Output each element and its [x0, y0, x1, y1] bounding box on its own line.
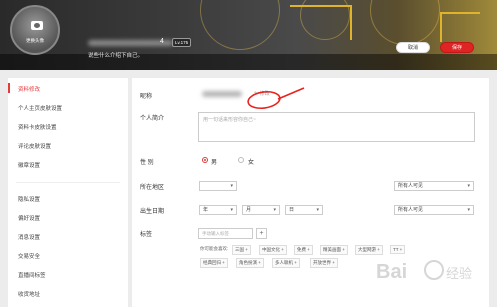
cancel-button[interactable]: 取消	[396, 42, 430, 53]
avatar[interactable]: 更换头像	[10, 5, 60, 55]
banner-pipe	[440, 12, 442, 42]
sidebar-item-comment-skin[interactable]: 评论皮肤设置	[18, 142, 51, 150]
chevron-down-icon: ▾	[230, 183, 233, 189]
tag-suggestion-hint: 你可能会喜欢:	[200, 246, 229, 251]
sidebar-item-card-skin[interactable]: 资料卡皮肤设置	[18, 123, 57, 131]
add-tag-button[interactable]: +	[256, 228, 267, 239]
birth-day-value: 日	[289, 207, 295, 213]
intro-label: 个人简介	[140, 116, 165, 122]
nickname-redacted	[202, 91, 242, 97]
banner-pipe	[290, 5, 350, 7]
chevron-down-icon: ▾	[467, 207, 470, 213]
birthday-label: 出生日期	[140, 209, 165, 215]
tag-suggestion[interactable]: 角色扮演 +	[236, 258, 264, 268]
save-button[interactable]: 保存	[440, 42, 474, 53]
tag-suggestion[interactable]: 三国 +	[232, 245, 251, 255]
tag-input-placeholder: 手动输入标签	[202, 231, 229, 236]
tag-text: 开放世界	[313, 260, 331, 265]
intro-textarea[interactable]: 用一句话来形容你自己~	[198, 112, 475, 142]
active-indicator	[8, 83, 10, 93]
tag-suggestion[interactable]: 多人联机 +	[272, 258, 300, 268]
tag-suggestion[interactable]: 免费 +	[294, 245, 313, 255]
sidebar-item-homepage-skin[interactable]: 个人主页皮肤设置	[18, 104, 62, 112]
chevron-down-icon: ▾	[316, 207, 319, 213]
tag-suggestion[interactable]: 经典回归 +	[200, 258, 228, 268]
gender-female-radio[interactable]	[238, 157, 244, 163]
birth-month-value: 月	[246, 207, 252, 213]
banner-shade	[0, 54, 497, 70]
tag-suggestion[interactable]: 精美画面 +	[320, 245, 348, 255]
tags-label: 标签	[140, 232, 153, 238]
sidebar-item-badge[interactable]: 徽章设置	[18, 161, 40, 169]
annotation-circle	[247, 87, 305, 110]
sidebar-item-trade-security[interactable]: 交易安全	[18, 252, 40, 260]
region-visibility-select[interactable]: 所有人可见 ▾	[394, 181, 474, 191]
birthday-visibility-value: 所有人可见	[398, 207, 424, 213]
level-badge: Lv.175	[172, 38, 192, 47]
tag-input[interactable]: 手动输入标签	[198, 228, 253, 239]
sidebar-item-preference[interactable]: 偏好设置	[18, 214, 40, 222]
birth-year-select[interactable]: 年 ▾	[199, 205, 237, 215]
svg-text:经验: 经验	[446, 266, 472, 281]
chevron-down-icon: ▾	[230, 207, 233, 213]
sidebar-item-live-tags[interactable]: 直播间标签	[18, 271, 46, 279]
settings-sidebar: 资料修改 个人主页皮肤设置 资料卡皮肤设置 评论皮肤设置 徽章设置 隐私设置 偏…	[8, 78, 128, 307]
tag-text: 多人联机	[275, 260, 293, 265]
birth-year-value: 年	[203, 207, 209, 213]
tag-text: 角色扮演	[239, 260, 257, 265]
region-visibility-value: 所有人可见	[398, 183, 424, 189]
tag-suggestion[interactable]: 开放世界 +	[310, 258, 338, 268]
gender-male-label: 男	[211, 160, 218, 166]
tag-text: 免费	[297, 247, 306, 252]
gender-male-radio[interactable]	[202, 157, 208, 163]
camera-icon	[31, 21, 43, 30]
sidebar-item-address[interactable]: 收货地址	[18, 290, 40, 298]
tag-text: 精美画面	[323, 247, 341, 252]
tag-text: 中国文化	[262, 247, 280, 252]
sidebar-item-profile[interactable]: 资料修改	[18, 85, 40, 93]
birth-month-select[interactable]: 月 ▾	[242, 205, 280, 215]
banner-pipe	[350, 5, 352, 40]
sidebar-item-privacy[interactable]: 隐私设置	[18, 195, 40, 203]
gear-decoration	[370, 0, 440, 45]
baidu-watermark-logo: Bai 经验	[376, 260, 472, 283]
bio-text[interactable]: 说些什么介绍下自己。	[88, 51, 143, 59]
birthday-visibility-select[interactable]: 所有人可见 ▾	[394, 205, 474, 215]
intro-placeholder: 用一句话来形容你自己~	[203, 117, 256, 123]
tag-text: 三国	[235, 247, 244, 252]
profile-banner: 更换头像 4 Lv.175 说些什么介绍下自己。 取消 保存	[0, 0, 497, 70]
sidebar-divider	[16, 182, 120, 183]
region-select[interactable]: ▾	[199, 181, 237, 191]
banner-pipe	[440, 12, 480, 14]
sidebar-item-message[interactable]: 消息设置	[18, 233, 40, 241]
username-suffix: 4	[160, 38, 164, 45]
chevron-down-icon: ▾	[273, 207, 276, 213]
birth-day-select[interactable]: 日 ▾	[285, 205, 323, 215]
gender-label: 性 别	[140, 160, 154, 166]
svg-text:Bai: Bai	[376, 261, 407, 283]
tag-text: 经典回归	[203, 260, 221, 265]
tag-suggestion[interactable]: 中国文化 +	[259, 245, 287, 255]
gender-female-label: 女	[248, 160, 255, 166]
gear-decoration	[200, 0, 280, 50]
nickname-label: 昵称	[140, 94, 153, 100]
avatar-change-label: 更换头像	[26, 38, 44, 43]
chevron-down-icon: ▾	[467, 183, 470, 189]
region-label: 所在地区	[140, 185, 165, 191]
